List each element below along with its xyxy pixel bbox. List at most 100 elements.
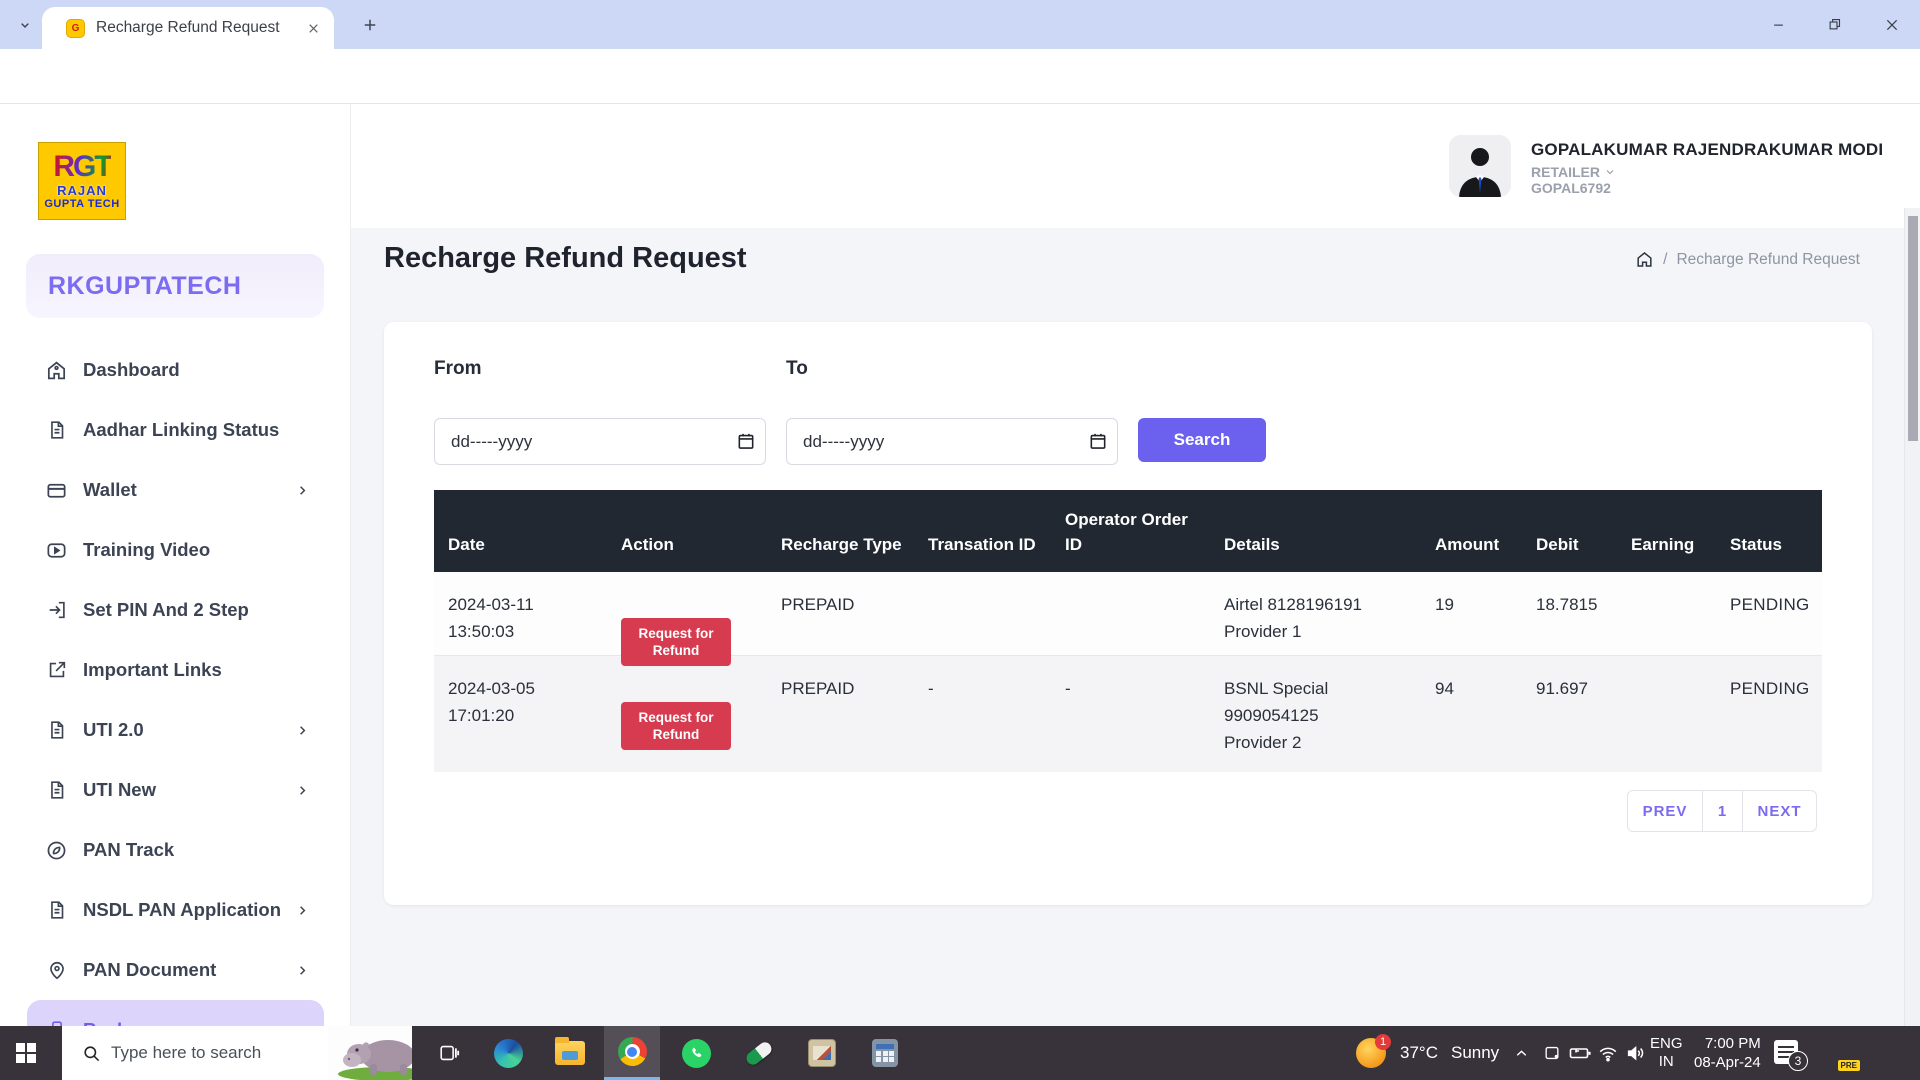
sidebar-item-uti-new[interactable]: UTI New: [27, 760, 324, 820]
to-label: To: [786, 358, 808, 380]
taskbar: 1 37°C Sunny ENG IN 7:00 PM: [0, 1026, 1920, 1080]
taskbar-app-chrome-active[interactable]: [604, 1026, 660, 1080]
tray-wifi[interactable]: [1594, 1026, 1621, 1080]
start-button[interactable]: [0, 1026, 52, 1080]
taskbar-search-input[interactable]: [111, 1043, 281, 1063]
search-highlight-image[interactable]: [308, 1026, 412, 1080]
taskbar-app-edge[interactable]: [480, 1026, 536, 1080]
column-header: Details: [1208, 490, 1419, 572]
language-indicator[interactable]: ENG IN: [1650, 1026, 1683, 1080]
photos-icon: [808, 1039, 836, 1067]
cell-details: BSNL Special 9909054125 Provider 2: [1208, 656, 1419, 772]
request-refund-button[interactable]: Request for Refund: [621, 702, 731, 750]
task-view-button[interactable]: [426, 1026, 472, 1080]
sidebar: RGT RAJAN GUPTA TECH RKGUPTATECH Dashboa…: [0, 104, 351, 1026]
copilot-button[interactable]: PRE: [1824, 1026, 1856, 1080]
column-header: Debit: [1520, 490, 1615, 572]
tab-search-button[interactable]: [12, 12, 38, 38]
table-row: 2024-03-05 17:01:20 Request for Refund P…: [434, 655, 1822, 772]
speaker-icon: [1622, 1042, 1649, 1064]
taskbar-app-whatsapp[interactable]: [668, 1026, 724, 1080]
windows-logo-icon: [16, 1043, 36, 1063]
column-header: Status: [1714, 490, 1822, 572]
cell-action: Request for Refund: [605, 656, 765, 772]
video-icon: [45, 539, 68, 562]
chevron-right-icon: [295, 783, 310, 798]
copilot-pre-tag: PRE: [1838, 1060, 1860, 1071]
column-header: Transation ID: [912, 490, 1049, 572]
refund-table: Date Action Recharge Type Transation ID …: [434, 490, 1822, 772]
page-content: RGT RAJAN GUPTA TECH RKGUPTATECH Dashboa…: [0, 104, 1920, 1026]
pagination-prev-button[interactable]: PREV: [1628, 791, 1702, 831]
user-id: GOPAL6792: [1531, 180, 1611, 196]
tray-battery[interactable]: [1566, 1026, 1593, 1080]
from-label: From: [434, 358, 482, 380]
from-date-input[interactable]: [434, 418, 766, 465]
cell-recharge-type: PREPAID: [765, 656, 912, 772]
new-tab-button[interactable]: [356, 11, 384, 39]
taskbar-app-calculator[interactable]: [857, 1026, 913, 1080]
search-button[interactable]: Search: [1138, 418, 1266, 462]
edge-icon: [494, 1039, 523, 1068]
sidebar-item-label: NSDL PAN Application: [83, 899, 281, 921]
compass-icon: [45, 839, 68, 862]
document-icon: [45, 719, 68, 742]
sidebar-item-pan-document[interactable]: PAN Document: [27, 940, 324, 1000]
weather-temperature: 37°C: [1400, 1043, 1438, 1063]
chevron-right-icon: [295, 723, 310, 738]
clock[interactable]: 7:00 PM 08-Apr-24: [1694, 1026, 1761, 1080]
sidebar-item-label: Set PIN And 2 Step: [83, 599, 249, 621]
weather-badge: 1: [1375, 1034, 1391, 1050]
sidebar-item-important-links[interactable]: Important Links: [27, 640, 324, 700]
window-restore-button[interactable]: [1812, 0, 1856, 49]
sidebar-item-uti-2-0[interactable]: UTI 2.0: [27, 700, 324, 760]
document-icon: [45, 779, 68, 802]
notification-center[interactable]: 3: [1774, 1026, 1804, 1080]
weather-widget[interactable]: 1 37°C Sunny: [1356, 1026, 1499, 1080]
tray-device[interactable]: [1538, 1026, 1565, 1080]
window-close-button[interactable]: [1870, 0, 1914, 49]
breadcrumb-home-icon[interactable]: [1635, 250, 1654, 269]
pagination-page-1[interactable]: 1: [1702, 791, 1742, 831]
browser-tab-active[interactable]: G Recharge Refund Request: [42, 7, 334, 49]
to-date-input[interactable]: [786, 418, 1118, 465]
sidebar-item-nsdl-pan-application[interactable]: NSDL PAN Application: [27, 880, 324, 940]
login-icon: [45, 599, 68, 622]
sidebar-item-label: UTI New: [83, 779, 156, 801]
pagination-next-button[interactable]: NEXT: [1742, 791, 1816, 831]
tab-close-icon[interactable]: [304, 19, 322, 37]
sidebar-item-dashboard[interactable]: Dashboard: [27, 340, 324, 400]
sidebar-item-aadhar-linking-status[interactable]: Aadhar Linking Status: [27, 400, 324, 460]
cell-amount: 94: [1419, 656, 1520, 772]
user-role[interactable]: RETAILER: [1531, 164, 1616, 180]
whatsapp-icon: [682, 1039, 711, 1068]
cell-operator-order-id: -: [1049, 656, 1208, 772]
breadcrumb: / Recharge Refund Request: [1635, 250, 1860, 269]
column-header: Amount: [1419, 490, 1520, 572]
sidebar-item-wallet[interactable]: Wallet: [27, 460, 324, 520]
sidebar-item-set-pin-and-2-step[interactable]: Set PIN And 2 Step: [27, 580, 324, 640]
user-avatar[interactable]: [1449, 135, 1511, 197]
taskbar-app-pharmacy[interactable]: [731, 1026, 787, 1080]
taskbar-search-box[interactable]: [62, 1026, 412, 1080]
sidebar-item-label: Training Video: [83, 539, 210, 561]
brand-logo: RGT RAJAN GUPTA TECH: [38, 142, 126, 220]
site-favicon-icon: G: [66, 19, 85, 38]
taskbar-app-file-explorer[interactable]: [542, 1026, 598, 1080]
chevron-right-icon: [295, 483, 310, 498]
tray-volume[interactable]: [1622, 1026, 1649, 1080]
scrollbar-thumb[interactable]: [1908, 216, 1918, 441]
tray-show-hidden[interactable]: [1508, 1026, 1535, 1080]
chrome-icon: [618, 1037, 647, 1066]
language-bottom: IN: [1659, 1053, 1674, 1071]
tab-title: Recharge Refund Request: [96, 19, 304, 37]
sidebar-item-pan-track[interactable]: PAN Track: [27, 820, 324, 880]
window-minimize-button[interactable]: [1756, 0, 1800, 49]
clock-time: 7:00 PM: [1705, 1034, 1761, 1053]
screen: G Recharge Refund Request: [0, 0, 1920, 1080]
page-scrollbar[interactable]: [1904, 208, 1920, 1080]
taskbar-app-photos[interactable]: [794, 1026, 850, 1080]
sidebar-item-training-video[interactable]: Training Video: [27, 520, 324, 580]
column-header: Earning: [1615, 490, 1714, 572]
home-icon: [45, 359, 68, 382]
